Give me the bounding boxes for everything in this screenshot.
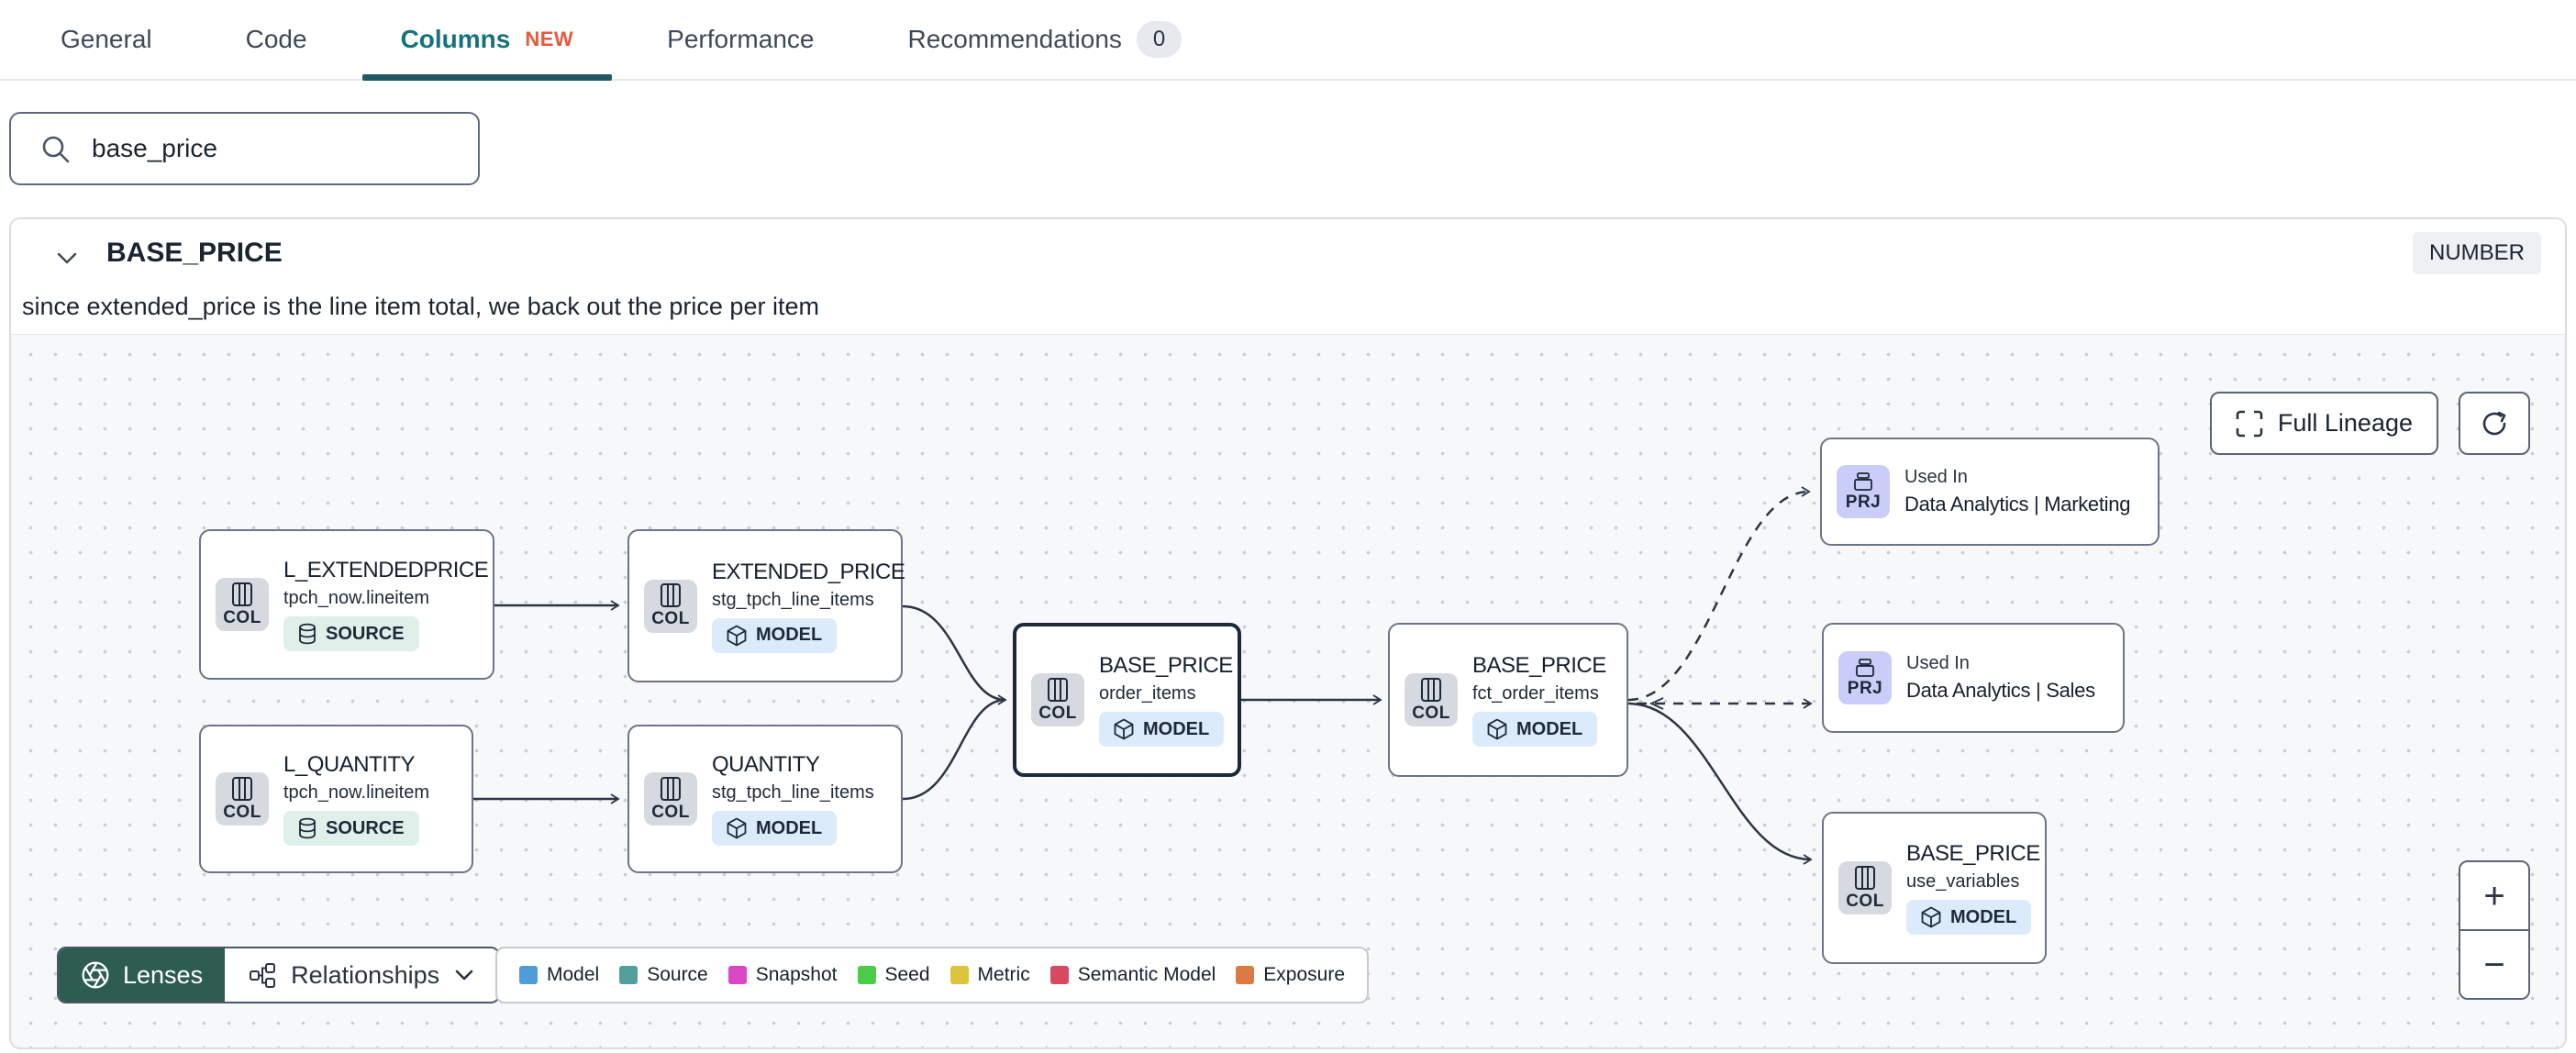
legend-item-semantic-model: Semantic Model [1049, 964, 1216, 986]
lineage-canvas[interactable]: COL L_EXTENDEDPRICE tpch_now.lineitem SO… [11, 334, 2565, 1047]
legend-item-model: Model [519, 964, 599, 986]
lineage-node-l-quantity[interactable]: COL L_QUANTITY tpch_now.lineitem SOURCE [199, 725, 473, 873]
model-badge: MODEL [712, 811, 838, 846]
project-icon: PRJ [1838, 651, 1892, 704]
zoom-controls: + − [2459, 860, 2530, 1000]
search-row [0, 81, 2576, 185]
cube-icon [1114, 718, 1134, 740]
full-lineage-button[interactable]: Full Lineage [2209, 392, 2438, 455]
node-title: L_EXTENDEDPRICE [283, 558, 489, 582]
lineage-node-base-price-order-items[interactable]: COL BASE_PRICE order_items MODEL [1013, 623, 1241, 777]
database-icon [299, 623, 316, 645]
recommendations-count-badge: 0 [1136, 21, 1183, 58]
column-icon: COL [1838, 861, 1892, 914]
archive-icon [1856, 658, 1874, 677]
lineage-node-extended-price[interactable]: COL EXTENDED_PRICE stg_tpch_line_items M… [627, 529, 905, 682]
search-box [9, 112, 480, 185]
metric-swatch [949, 966, 969, 984]
exposure-swatch [1236, 966, 1255, 984]
column-icon: COL [216, 772, 269, 826]
lens-controls: Lenses Relationships [57, 947, 501, 1003]
legend-item-metric: Metric [949, 964, 1030, 986]
database-icon [299, 817, 316, 839]
model-badge: MODEL [712, 617, 838, 653]
lineage-node-base-price-fct-order-items[interactable]: COL BASE_PRICE fct_order_items MODEL [1388, 623, 1628, 777]
snapshot-swatch [727, 966, 747, 984]
project-icon: PRJ [1837, 465, 1890, 518]
aperture-icon [82, 961, 109, 989]
new-badge: NEW [525, 28, 574, 50]
semantic-model-swatch [1049, 966, 1069, 984]
lineage-node-used-in-sales[interactable]: PRJ Used In Data Analytics | Sales [1822, 623, 2125, 733]
legend-item-snapshot: Snapshot [727, 964, 838, 986]
lineage-edges [473, 486, 1813, 865]
lenses-button[interactable]: Lenses [59, 948, 226, 1002]
tab-recommendations[interactable]: Recommendations 0 [869, 0, 1220, 79]
lineage-node-l-extendedprice[interactable]: COL L_EXTENDEDPRICE tpch_now.lineitem SO… [199, 529, 494, 680]
node-type-legend: Model Source Snapshot Seed Metric Semant… [495, 947, 1370, 1003]
refresh-button[interactable] [2459, 392, 2530, 455]
column-icon: COL [644, 579, 697, 633]
column-icon: COL [216, 578, 269, 631]
search-icon [42, 136, 70, 163]
legend-item-seed: Seed [857, 964, 930, 986]
column-icon: COL [1405, 673, 1458, 726]
collapse-chevron-icon[interactable] [55, 243, 88, 272]
cube-icon [1487, 718, 1507, 740]
model-badge: MODEL [1472, 712, 1598, 747]
zoom-in-button[interactable]: + [2460, 862, 2528, 931]
column-panel: BASE_PRICE NUMBER since extended_price i… [9, 217, 2567, 1049]
node-subtitle: tpch_now.lineitem [283, 588, 429, 608]
model-badge: MODEL [1099, 712, 1225, 747]
refresh-icon [2482, 411, 2506, 435]
tab-performance[interactable]: Performance [628, 0, 852, 79]
column-panel-header: BASE_PRICE NUMBER since extended_price i… [11, 219, 2565, 334]
model-badge: MODEL [1906, 900, 2032, 935]
legend-item-source: Source [619, 964, 708, 986]
chevron-down-icon [455, 970, 473, 981]
lineage-node-quantity[interactable]: COL QUANTITY stg_tpch_line_items MODEL [627, 725, 903, 873]
cube-icon [727, 625, 747, 646]
archive-icon [1854, 471, 1872, 491]
source-swatch [619, 966, 638, 984]
lineage-node-base-price-use-variables[interactable]: COL BASE_PRICE use_variables MODEL [1822, 812, 2047, 964]
search-input[interactable] [9, 112, 480, 185]
source-badge: SOURCE [283, 811, 419, 846]
fullscreen-icon [2236, 410, 2263, 437]
legend-item-exposure: Exposure [1236, 964, 1345, 986]
cube-icon [727, 817, 747, 839]
seed-swatch [857, 966, 876, 984]
hierarchy-icon [250, 963, 276, 988]
tab-code[interactable]: Code [207, 0, 346, 79]
tab-bar: General Code Columns NEW Performance Rec… [0, 0, 2576, 81]
model-swatch [519, 966, 538, 984]
zoom-out-button[interactable]: − [2460, 931, 2528, 998]
column-description: since extended_price is the line item to… [22, 293, 819, 320]
tab-general[interactable]: General [22, 0, 191, 79]
lineage-node-used-in-marketing[interactable]: PRJ Used In Data Analytics | Marketing [1820, 438, 2160, 546]
column-icon: COL [1031, 673, 1084, 726]
relationships-dropdown[interactable]: Relationships [225, 948, 499, 1002]
column-icon: COL [644, 772, 697, 826]
column-name: BASE_PRICE [106, 238, 283, 268]
cube-icon [1921, 906, 1941, 928]
tab-columns[interactable]: Columns NEW [361, 0, 613, 81]
column-type-badge: NUMBER [2412, 232, 2541, 274]
source-badge: SOURCE [283, 616, 419, 651]
